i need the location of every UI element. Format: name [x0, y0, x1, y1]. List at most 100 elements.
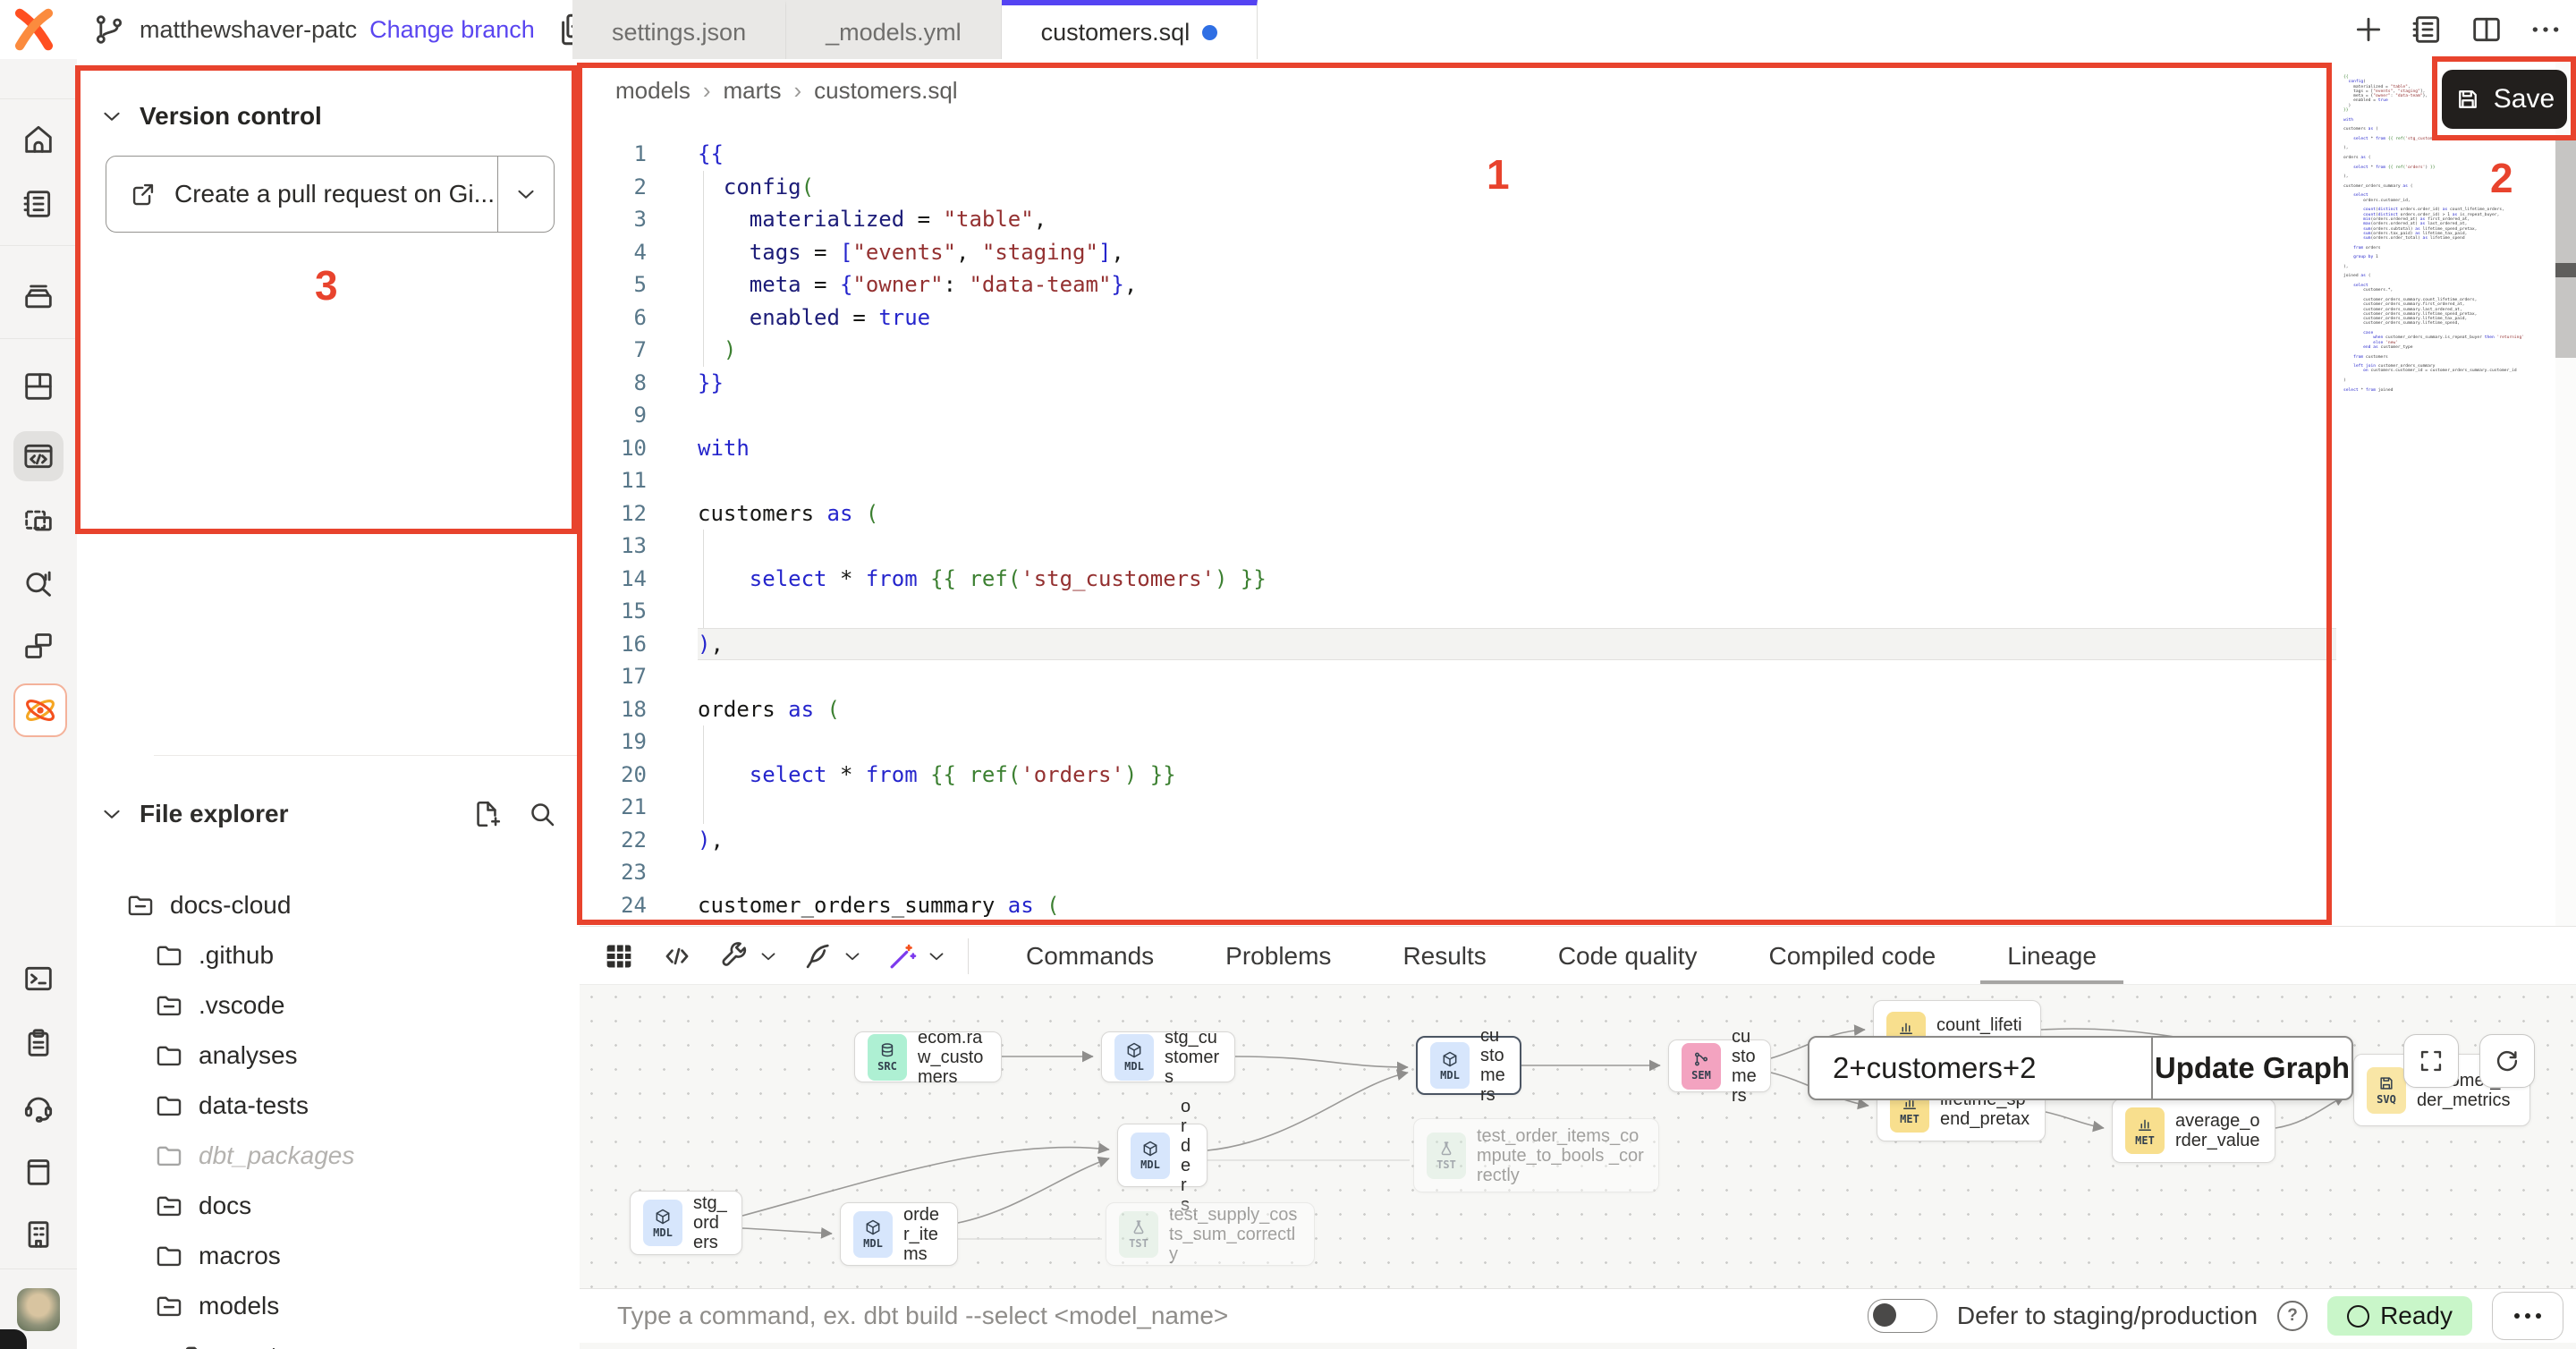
code-preview-icon[interactable] — [660, 928, 694, 985]
code-line-24[interactable]: 24customer_orders_summary as ( — [580, 889, 2336, 922]
create-pr-button[interactable]: Create a pull request on Gi... — [106, 156, 555, 233]
code-line-14[interactable]: 14 select * from {{ ref('stg_customers')… — [580, 563, 2336, 596]
bottom-tab-code-quality[interactable]: Code quality — [1522, 928, 1733, 985]
file-explorer-toggle[interactable]: File explorer — [98, 800, 289, 828]
sidebar-item-organization[interactable] — [13, 1209, 64, 1260]
lineage-node-average_order_value[interactable]: METaverage_order_value — [2112, 1099, 2275, 1163]
help-icon[interactable]: ? — [2277, 1301, 2308, 1331]
save-button[interactable]: Save — [2442, 70, 2567, 129]
lineage-node-order_items[interactable]: MDLorder_items — [840, 1202, 958, 1266]
build-wrench-icon[interactable] — [717, 928, 780, 985]
code-line-18[interactable]: 18orders as ( — [580, 693, 2336, 726]
bottom-tab-problems[interactable]: Problems — [1190, 928, 1367, 985]
update-graph-button[interactable]: Update Graph — [2151, 1038, 2351, 1099]
code-line-23[interactable]: 23 — [580, 856, 2336, 889]
command-input[interactable] — [615, 1301, 1603, 1331]
lineage-node-stg_orders[interactable]: MDLstg_orders — [630, 1191, 742, 1255]
sidebar-item-notebook[interactable] — [13, 179, 64, 229]
code-line-15[interactable]: 15 — [580, 595, 2336, 628]
lineage-selector-input[interactable]: 2+customers+2 — [1809, 1038, 2151, 1099]
code-line-6[interactable]: 6 enabled = true — [580, 301, 2336, 335]
sidebar-item-home[interactable] — [13, 115, 64, 165]
new-tab-icon[interactable] — [2349, 10, 2388, 49]
code-line-4[interactable]: 4 tags = ["events", "staging"], — [580, 236, 2336, 269]
file-tree-item-analyses[interactable]: analyses — [154, 1031, 298, 1081]
refresh-button[interactable] — [2479, 1034, 2535, 1088]
code-line-16[interactable]: 16), — [580, 628, 2336, 661]
sidebar-item-clipboard[interactable] — [13, 1018, 64, 1068]
bottom-tab-commands[interactable]: Commands — [990, 928, 1190, 985]
tab-settings.json[interactable]: settings.json — [572, 0, 786, 59]
code-line-7[interactable]: 7 ) — [580, 334, 2336, 367]
code-line-20[interactable]: 20 select * from {{ ref('orders') }} — [580, 759, 2336, 792]
code-line-21[interactable]: 21 — [580, 791, 2336, 824]
lineage-node-customers[interactable]: SEMcustomers — [1668, 1039, 1771, 1092]
file-tree-item-.vscode[interactable]: .vscode — [154, 980, 285, 1031]
breadcrumb-file[interactable]: customers.sql — [814, 77, 957, 105]
lineage-node-orders[interactable]: MDLorders — [1117, 1124, 1208, 1187]
sidebar-item-terminal[interactable] — [13, 954, 64, 1004]
new-file-icon[interactable] — [470, 798, 503, 830]
file-tree-item-.github[interactable]: .github — [154, 930, 274, 980]
code-line-9[interactable]: 9 — [580, 399, 2336, 432]
sidebar-item-dashboards[interactable] — [13, 361, 64, 411]
code-line-10[interactable]: 10with — [580, 432, 2336, 465]
code-line-12[interactable]: 12customers as ( — [580, 497, 2336, 530]
sidebar-item-support[interactable] — [13, 1082, 64, 1133]
file-tree-item-marts[interactable]: marts — [182, 1331, 290, 1349]
more-options-button[interactable] — [2492, 1292, 2563, 1340]
file-tree-item-macros[interactable]: macros — [154, 1231, 281, 1281]
results-table-icon[interactable] — [601, 928, 637, 985]
file-tree-item-data-tests[interactable]: data-tests — [154, 1081, 309, 1131]
tab-customers.sql[interactable]: customers.sql — [1002, 0, 1258, 59]
code-line-5[interactable]: 5 meta = {"owner": "data-team"}, — [580, 268, 2336, 301]
ai-wand-icon[interactable] — [886, 928, 948, 985]
lineage-node-customers[interactable]: MDLcustomers — [1416, 1036, 1521, 1095]
code-line-22[interactable]: 22), — [580, 824, 2336, 857]
version-control-header[interactable]: Version control — [98, 102, 322, 131]
file-tree-item-dbt_packages[interactable]: dbt_packages — [154, 1131, 354, 1181]
code-line-17[interactable]: 17 — [580, 660, 2336, 693]
code-lines[interactable]: 1{{2 config(3 materialized = "table",4 t… — [580, 138, 2336, 921]
lineage-node-ecom.raw_customers[interactable]: SRCecom.raw_customers — [854, 1031, 1002, 1082]
code-line-19[interactable]: 19 — [580, 725, 2336, 759]
sidebar-item-dbt-atom[interactable] — [13, 683, 67, 737]
format-pen-icon[interactable] — [801, 928, 864, 985]
lineage-node-stg_customers[interactable]: MDLstg_customers — [1101, 1031, 1235, 1082]
fullscreen-button[interactable] — [2403, 1034, 2459, 1088]
change-branch-link[interactable]: Change branch — [369, 16, 535, 44]
sidebar-item-insights[interactable] — [13, 558, 64, 608]
file-tree-item-docs-cloud[interactable]: docs-cloud — [125, 880, 291, 930]
dbt-logo-icon[interactable] — [9, 7, 59, 52]
editor-scrollbar[interactable] — [2555, 59, 2576, 926]
file-tree-item-docs[interactable]: docs — [154, 1181, 251, 1231]
code-line-8[interactable]: 8}} — [580, 367, 2336, 400]
code-line-11[interactable]: 11 — [580, 464, 2336, 497]
lineage-node-test_order_items_compute_to_bools_correctly[interactable]: TSTtest_order_items_compute_to_bools _co… — [1413, 1118, 1659, 1192]
sidebar-item-jobs[interactable] — [13, 272, 64, 322]
lineage-node-test_supply_costs_sum_correctly[interactable]: TSTtest_supply_costs_sum_correctly — [1106, 1202, 1315, 1266]
defer-toggle[interactable] — [1868, 1299, 1937, 1333]
breadcrumb-marts[interactable]: marts — [724, 77, 782, 105]
overflow-menu-icon[interactable] — [2526, 10, 2565, 49]
sidebar-item-orchestration[interactable] — [13, 621, 64, 671]
pr-button-caret[interactable] — [497, 157, 554, 232]
code-line-3[interactable]: 3 materialized = "table", — [580, 203, 2336, 236]
sidebar-item-docs[interactable] — [13, 1147, 64, 1197]
search-icon[interactable] — [526, 798, 558, 830]
avatar[interactable] — [17, 1288, 60, 1331]
bottom-tab-results[interactable]: Results — [1367, 928, 1521, 985]
scrollbar-thumb[interactable] — [2555, 140, 2576, 358]
tab-_models.yml[interactable]: _models.yml — [786, 0, 1002, 59]
bottom-tab-lineage[interactable]: Lineage — [1971, 928, 2132, 985]
breadcrumb-models[interactable]: models — [615, 77, 691, 105]
file-tree-item-models[interactable]: models — [154, 1281, 279, 1331]
split-editor-icon[interactable] — [2467, 10, 2506, 49]
code-line-1[interactable]: 1{{ — [580, 138, 2336, 171]
sidebar-item-code-editor[interactable] — [13, 431, 64, 481]
status-badge[interactable]: Ready — [2327, 1296, 2472, 1336]
bottom-tab-compiled-code[interactable]: Compiled code — [1733, 928, 1971, 985]
code-line-2[interactable]: 2 config( — [580, 171, 2336, 204]
notebook-icon[interactable] — [2408, 10, 2447, 49]
code-line-13[interactable]: 13 — [580, 530, 2336, 563]
